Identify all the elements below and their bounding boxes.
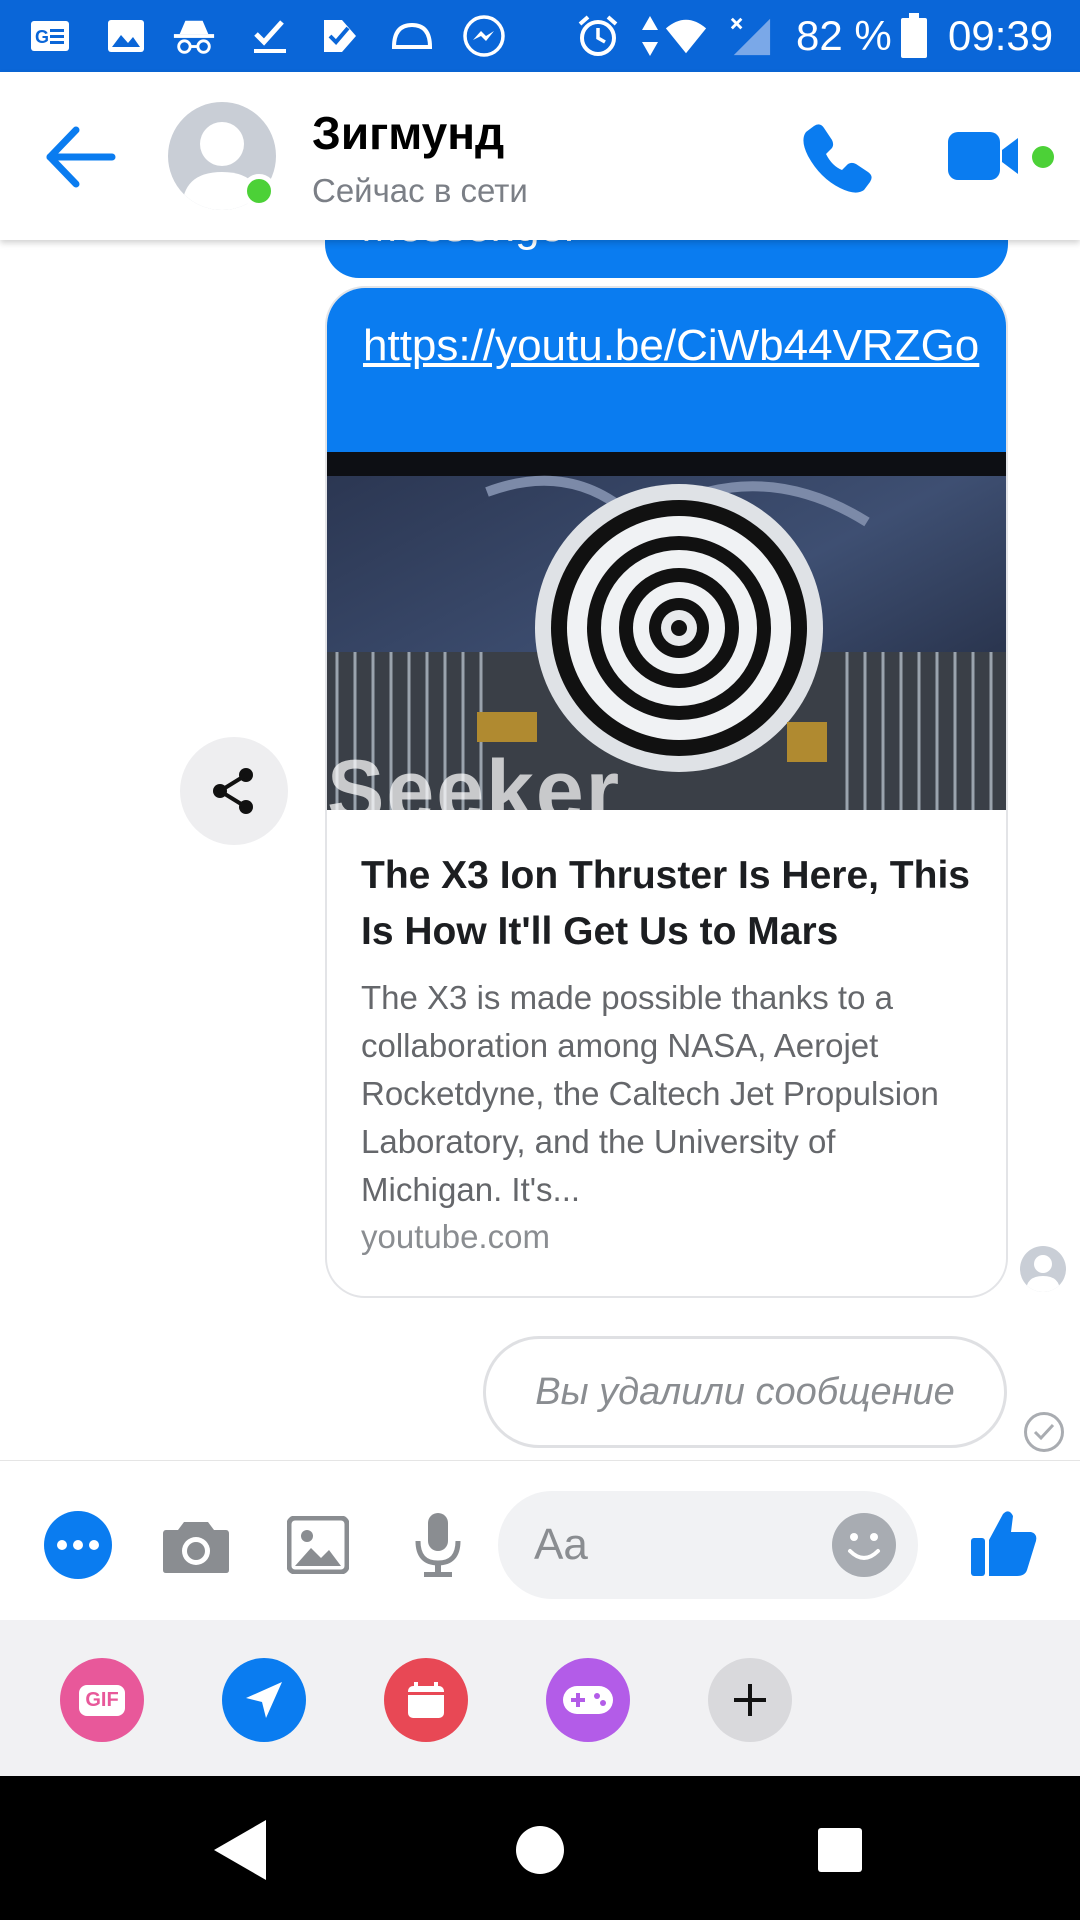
clock: 09:39 — [948, 12, 1054, 59]
status-bar: G 82 % 09:39 — [0, 0, 1080, 72]
gif-icon[interactable]: GIF — [60, 1658, 144, 1742]
contact-name[interactable]: Зигмунд — [312, 106, 504, 160]
messenger-notification-icon — [462, 14, 506, 58]
video-active-indicator — [1032, 146, 1054, 168]
microphone-icon[interactable] — [404, 1511, 472, 1579]
system-navigation-bar — [0, 1776, 1080, 1920]
camera-icon[interactable] — [162, 1511, 230, 1579]
triangle-back-icon[interactable] — [200, 1810, 280, 1890]
deleted-message-text: Вы удалили сообщение — [535, 1370, 955, 1413]
message-input-field[interactable] — [498, 1491, 918, 1599]
video-thumbnail[interactable]: Seeker — [327, 452, 1006, 810]
share-icon[interactable] — [180, 737, 288, 845]
svg-text:G: G — [35, 27, 49, 47]
news-icon: G — [28, 14, 72, 58]
video-camera-icon[interactable] — [944, 124, 1028, 188]
deleted-message-bubble[interactable]: Вы удалили сообщение — [483, 1336, 1007, 1448]
circle-home-icon[interactable] — [500, 1810, 580, 1890]
extensions-tray: GIF — [0, 1620, 1080, 1776]
link-bubble: https://youtu.be/CiWb44VRZGo — [327, 288, 1006, 452]
location-arrow-icon[interactable] — [222, 1658, 306, 1742]
battery-icon — [892, 13, 936, 58]
square-recents-icon[interactable] — [800, 1810, 880, 1890]
plus-icon[interactable] — [708, 1658, 792, 1742]
link-title[interactable]: The X3 Ion Thruster Is Here, This Is How… — [361, 848, 981, 960]
calendar-icon[interactable] — [384, 1658, 468, 1742]
phone-icon[interactable] — [800, 120, 876, 196]
thumbnail-brand: Seeker — [327, 743, 622, 810]
check-icon — [248, 14, 292, 58]
link-message[interactable]: https://youtu.be/CiWb44VRZGo Seeker The … — [325, 286, 1008, 1298]
back-arrow-icon[interactable] — [40, 122, 120, 192]
online-indicator — [242, 174, 276, 208]
alarm-icon — [576, 14, 620, 58]
wifi-icon — [664, 14, 708, 58]
seen-avatar — [1020, 1246, 1066, 1292]
message-input[interactable] — [534, 1515, 814, 1575]
message-composer — [0, 1460, 1080, 1620]
previous-message-text: Messenger — [361, 240, 579, 252]
link-description: The X3 is made possible thanks to a coll… — [361, 979, 939, 1208]
cell-signal-icon — [728, 14, 772, 58]
link-domain: youtube.com — [361, 1218, 550, 1255]
incognito-icon — [172, 14, 216, 58]
sent-check-icon — [1024, 1412, 1064, 1452]
gamepad-icon[interactable] — [546, 1658, 630, 1742]
gallery-notification-icon — [104, 14, 148, 58]
image-icon[interactable] — [284, 1511, 352, 1579]
previous-message-bubble[interactable]: Messenger — [325, 240, 1008, 278]
contact-status: Сейчас в сети — [312, 172, 528, 209]
battery-percent: 82 % — [796, 12, 892, 59]
dome-icon — [390, 14, 434, 58]
thumbs-up-icon[interactable] — [966, 1505, 1042, 1581]
emoji-icon[interactable] — [832, 1513, 896, 1577]
tasks-icon — [318, 14, 362, 58]
conversation-header: Зигмунд Сейчас в сети — [0, 72, 1080, 240]
message-list[interactable]: Messenger https://youtu.be/CiWb44VRZGo — [0, 240, 1080, 1460]
more-dots-icon[interactable] — [44, 1511, 112, 1579]
message-link[interactable]: https://youtu.be/CiWb44VRZGo — [363, 318, 983, 374]
